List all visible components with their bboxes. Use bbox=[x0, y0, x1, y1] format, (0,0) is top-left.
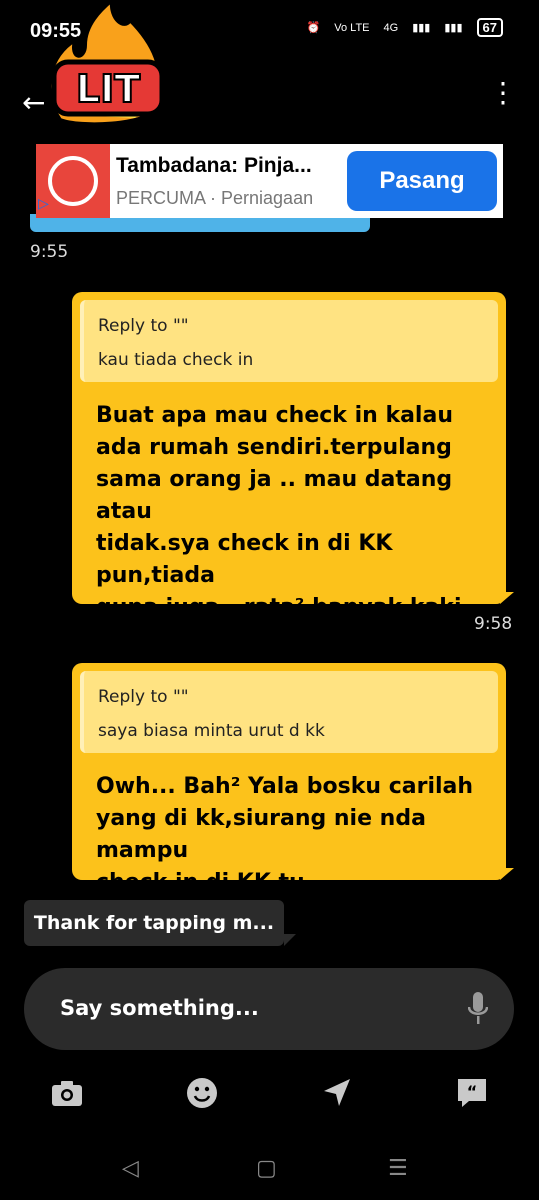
message-line: guna juga.. rata² banyak kaki sidai bbox=[96, 595, 462, 652]
reply-quote[interactable]: Reply to "" kau tiada check in bbox=[80, 300, 498, 382]
network-label: Vo LTE bbox=[334, 21, 370, 34]
lit-sticker: LIT bbox=[47, 0, 165, 127]
reply-text: saya biasa minta urut d kk bbox=[98, 721, 325, 741]
svg-text:“: “ bbox=[467, 1082, 478, 1101]
message-timestamp: 9:58 bbox=[474, 614, 513, 634]
signal-icon-2: ▮▮▮ bbox=[444, 22, 463, 34]
message-line: ada rumah sendiri.terpulang bbox=[96, 435, 452, 460]
microphone-icon[interactable] bbox=[468, 992, 488, 1026]
quote-icon[interactable]: “ bbox=[455, 1076, 489, 1110]
emoji-icon[interactable] bbox=[185, 1076, 219, 1110]
more-options-icon[interactable]: ⋮ bbox=[489, 79, 517, 107]
message-line: Owh... Bah² Yala bosku carilah bbox=[96, 774, 474, 799]
reply-label: Reply to "" bbox=[98, 316, 189, 336]
message-composer[interactable]: Say something... bbox=[24, 968, 514, 1050]
status-icons: ⏰ Vo LTE 4G ▮▮▮ ▮▮▮ 67 bbox=[307, 18, 503, 37]
reply-text: kau tiada check in bbox=[98, 350, 254, 370]
battery-icon: 67 bbox=[476, 18, 503, 37]
reply-label: Reply to "" bbox=[98, 687, 189, 707]
nav-back-icon[interactable]: ◁ bbox=[122, 1156, 139, 1181]
send-icon[interactable] bbox=[320, 1076, 354, 1110]
camera-icon[interactable] bbox=[50, 1076, 84, 1110]
message-input-placeholder[interactable]: Say something... bbox=[60, 996, 259, 1020]
message-timestamp: 9:55 bbox=[30, 242, 69, 262]
ad-install-button[interactable]: Pasang bbox=[347, 151, 497, 211]
tap-hint-tooltip: Thank for tapping m... bbox=[24, 900, 284, 946]
ad-subtitle: PERCUMA · Perniagaan bbox=[116, 188, 314, 208]
bubble-tail bbox=[500, 592, 514, 604]
tooltip-tail bbox=[284, 934, 296, 946]
nav-recents-icon[interactable]: ☰ bbox=[388, 1156, 408, 1181]
ad-choices-icon[interactable]: ▷ bbox=[38, 196, 58, 216]
message-text: Owh... Bah² Yala bosku carilah yang di k… bbox=[96, 771, 506, 899]
sticker-label: LIT bbox=[76, 67, 140, 111]
message-bubble[interactable]: Reply to "" saya biasa minta urut d kk O… bbox=[72, 663, 506, 895]
message-line: check in di KK tu bbox=[96, 870, 305, 895]
message-text: Buat apa mau check in kalau ada rumah se… bbox=[96, 400, 506, 688]
message-bubble[interactable]: Reply to "" kau tiada check in Buat apa … bbox=[72, 292, 506, 684]
bubble-tail bbox=[500, 868, 514, 880]
reply-quote[interactable]: Reply to "" saya biasa minta urut d kk bbox=[80, 671, 498, 753]
ad-banner[interactable]: Tambadana: Pinja... PERCUMA · Perniagaan… bbox=[36, 144, 503, 218]
nav-home-icon[interactable]: ▢ bbox=[256, 1156, 277, 1181]
signal-icon: ▮▮▮ bbox=[412, 22, 431, 34]
message-line: Buat apa mau check in kalau bbox=[96, 403, 453, 428]
signal-label: 4G bbox=[383, 21, 399, 34]
ad-title: Tambadana: Pinja... bbox=[116, 154, 312, 177]
alarm-icon: ⏰ bbox=[306, 22, 321, 34]
message-line: tidak.sya check in di KK pun,tiada bbox=[96, 531, 393, 588]
message-line: yang di kk,siurang nie nda mampu bbox=[96, 806, 426, 863]
message-line: sama orang ja .. mau datang atau bbox=[96, 467, 453, 524]
back-arrow-icon[interactable]: ← bbox=[22, 86, 45, 119]
